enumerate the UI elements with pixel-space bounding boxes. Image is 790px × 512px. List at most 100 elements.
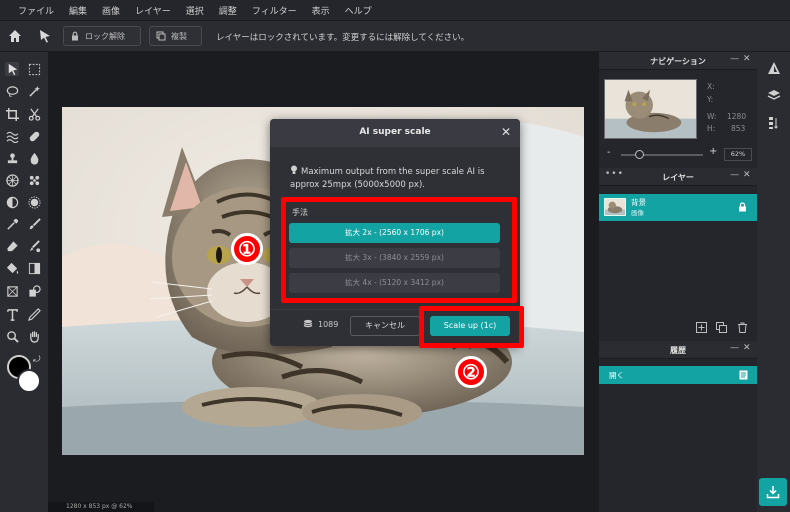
duplicate-layer-icon[interactable] — [716, 322, 727, 333]
pen-tool-icon[interactable] — [27, 307, 41, 321]
layers-panel-header: ••• レイヤー — ✕ — [599, 168, 757, 186]
zoom-in-button[interactable]: + — [709, 146, 717, 157]
nav-h-value: 853 — [731, 124, 746, 133]
magic-wand-tool-icon[interactable] — [27, 84, 41, 98]
layer-item[interactable]: 背景 画像 — [599, 194, 757, 221]
annotation-number-1: ① — [231, 233, 263, 265]
lock-icon — [72, 31, 78, 41]
move-tool-icon[interactable] — [5, 62, 19, 76]
trash-icon[interactable] — [737, 322, 748, 333]
unlock-label: ロック解除 — [85, 31, 125, 41]
marquee-tool-icon[interactable] — [27, 62, 41, 76]
coin-stack-icon — [303, 319, 313, 328]
menu-item[interactable]: 編集 — [69, 4, 87, 17]
lasso-tool-icon[interactable] — [5, 84, 19, 98]
heal-tool-icon[interactable] — [27, 129, 41, 143]
close-icon[interactable]: ✕ — [501, 125, 511, 139]
menu-item[interactable]: 表示 — [312, 4, 330, 17]
dodge-tool-icon[interactable] — [5, 195, 19, 209]
brush-tool-icon[interactable] — [27, 217, 41, 231]
sponge-tool-icon[interactable] — [27, 173, 41, 187]
duplicate-button[interactable]: 複製 — [149, 26, 202, 46]
history-item[interactable]: 開く — [599, 366, 757, 384]
menu-item[interactable]: レイヤー — [135, 4, 171, 17]
zoom-tool-icon[interactable] — [5, 329, 19, 343]
minimize-icon[interactable]: — — [730, 54, 739, 64]
canvas-status: 1280 x 853 px @ 62% — [48, 502, 154, 512]
layers-stack-icon[interactable] — [767, 88, 781, 102]
background-color-swatch[interactable] — [17, 369, 41, 393]
lock-icon[interactable] — [738, 202, 747, 212]
dialog-info: Maximum output from the super scale AI i… — [290, 165, 512, 192]
tool-palette: ⤾ — [0, 52, 48, 512]
hand-tool-icon[interactable] — [27, 329, 41, 343]
cancel-button[interactable]: キャンセル — [350, 316, 420, 336]
dialog-info-text: Maximum output from the super scale AI i… — [290, 167, 485, 190]
layer-thumbnail — [604, 198, 626, 216]
gradient-tool-icon[interactable] — [27, 261, 41, 275]
menu-item[interactable]: 調整 — [219, 4, 237, 17]
menu-item[interactable]: ヘルプ — [345, 4, 372, 17]
crop-tool-icon[interactable] — [5, 107, 19, 121]
editor-window: ファイル 編集 画像 レイヤー 選択 調整 フィルター 表示 ヘルプ ロック解除 複製 レイヤー… — [0, 0, 790, 512]
close-icon[interactable]: ✕ — [743, 170, 751, 180]
document-icon — [739, 370, 748, 380]
pattern-tool-icon[interactable] — [5, 173, 19, 187]
add-layer-icon[interactable] — [696, 322, 707, 333]
zoom-slider-handle[interactable] — [635, 150, 644, 159]
close-icon[interactable]: ✕ — [743, 54, 751, 64]
home-icon[interactable] — [7, 28, 23, 44]
zoom-input[interactable]: 62% — [724, 148, 752, 161]
text-tool-icon[interactable] — [5, 307, 19, 321]
annotation-number-2: ② — [455, 356, 487, 388]
liquify-tool-icon[interactable] — [5, 129, 19, 143]
nav-x-label: X: — [707, 82, 715, 91]
cut-tool-icon[interactable] — [27, 107, 41, 121]
navigation-panel-header: ナビゲーション — ✕ — [599, 52, 757, 70]
nav-w-value: 1280 — [727, 112, 747, 121]
zoom-control: - + 62% — [599, 146, 757, 162]
export-button[interactable] — [759, 478, 787, 506]
top-toolbar: ロック解除 複製 レイヤーはロックされています。変更するには解除してください。 — [0, 20, 790, 52]
lock-message: レイヤーはロックされています。変更するには解除してください。 — [216, 33, 470, 43]
menu-item[interactable]: 画像 — [102, 4, 120, 17]
menu-item[interactable]: ファイル — [18, 4, 54, 17]
copy-icon — [156, 31, 166, 41]
sharpen-tool-icon[interactable] — [27, 195, 41, 209]
shape-tool-icon[interactable] — [27, 284, 41, 298]
move-arrow-icon[interactable] — [37, 28, 53, 44]
fill-tool-icon[interactable] — [5, 261, 19, 275]
zoom-slider-track[interactable] — [621, 154, 703, 156]
transform-tool-icon[interactable] — [5, 284, 19, 298]
navigation-thumbnail[interactable] — [604, 79, 697, 139]
adjust-triangle-icon[interactable] — [767, 61, 781, 75]
menu-item[interactable]: 選択 — [186, 4, 204, 17]
eraser-tool-icon[interactable] — [5, 239, 19, 253]
credits-display: 1089 — [303, 319, 338, 329]
credits-value: 1089 — [318, 319, 339, 329]
layer-type: 画像 — [631, 209, 644, 217]
swap-colors-icon[interactable]: ⤾ — [33, 355, 41, 365]
blur-drop-tool-icon[interactable] — [27, 151, 41, 165]
duplicate-label: 複製 — [171, 31, 187, 41]
history-flow-icon[interactable] — [767, 116, 781, 130]
annotation-box-options — [281, 197, 517, 303]
layer-actions — [696, 322, 756, 334]
dialog-title: AI super scale — [359, 127, 431, 137]
nav-w-label: W: — [707, 112, 717, 121]
stamp-tool-icon[interactable] — [5, 151, 19, 165]
minimize-icon[interactable]: — — [730, 343, 739, 353]
unlock-button[interactable]: ロック解除 — [63, 26, 141, 46]
minimize-icon[interactable]: — — [730, 170, 739, 180]
close-icon[interactable]: ✕ — [743, 343, 751, 353]
eyedropper-tool-icon[interactable] — [5, 217, 19, 231]
clone-brush-tool-icon[interactable] — [27, 239, 41, 253]
zoom-out-button[interactable]: - — [607, 147, 611, 158]
menu-bar: ファイル 編集 画像 レイヤー 選択 調整 フィルター 表示 ヘルプ — [0, 0, 790, 20]
lightbulb-icon — [291, 165, 297, 174]
nav-h-label: H: — [707, 124, 716, 133]
history-panel-header: 履歴 — ✕ — [599, 341, 757, 359]
menu-item[interactable]: フィルター — [252, 4, 297, 17]
history-item-label: 開く — [609, 371, 624, 380]
annotation-box-scale-button — [419, 306, 524, 348]
